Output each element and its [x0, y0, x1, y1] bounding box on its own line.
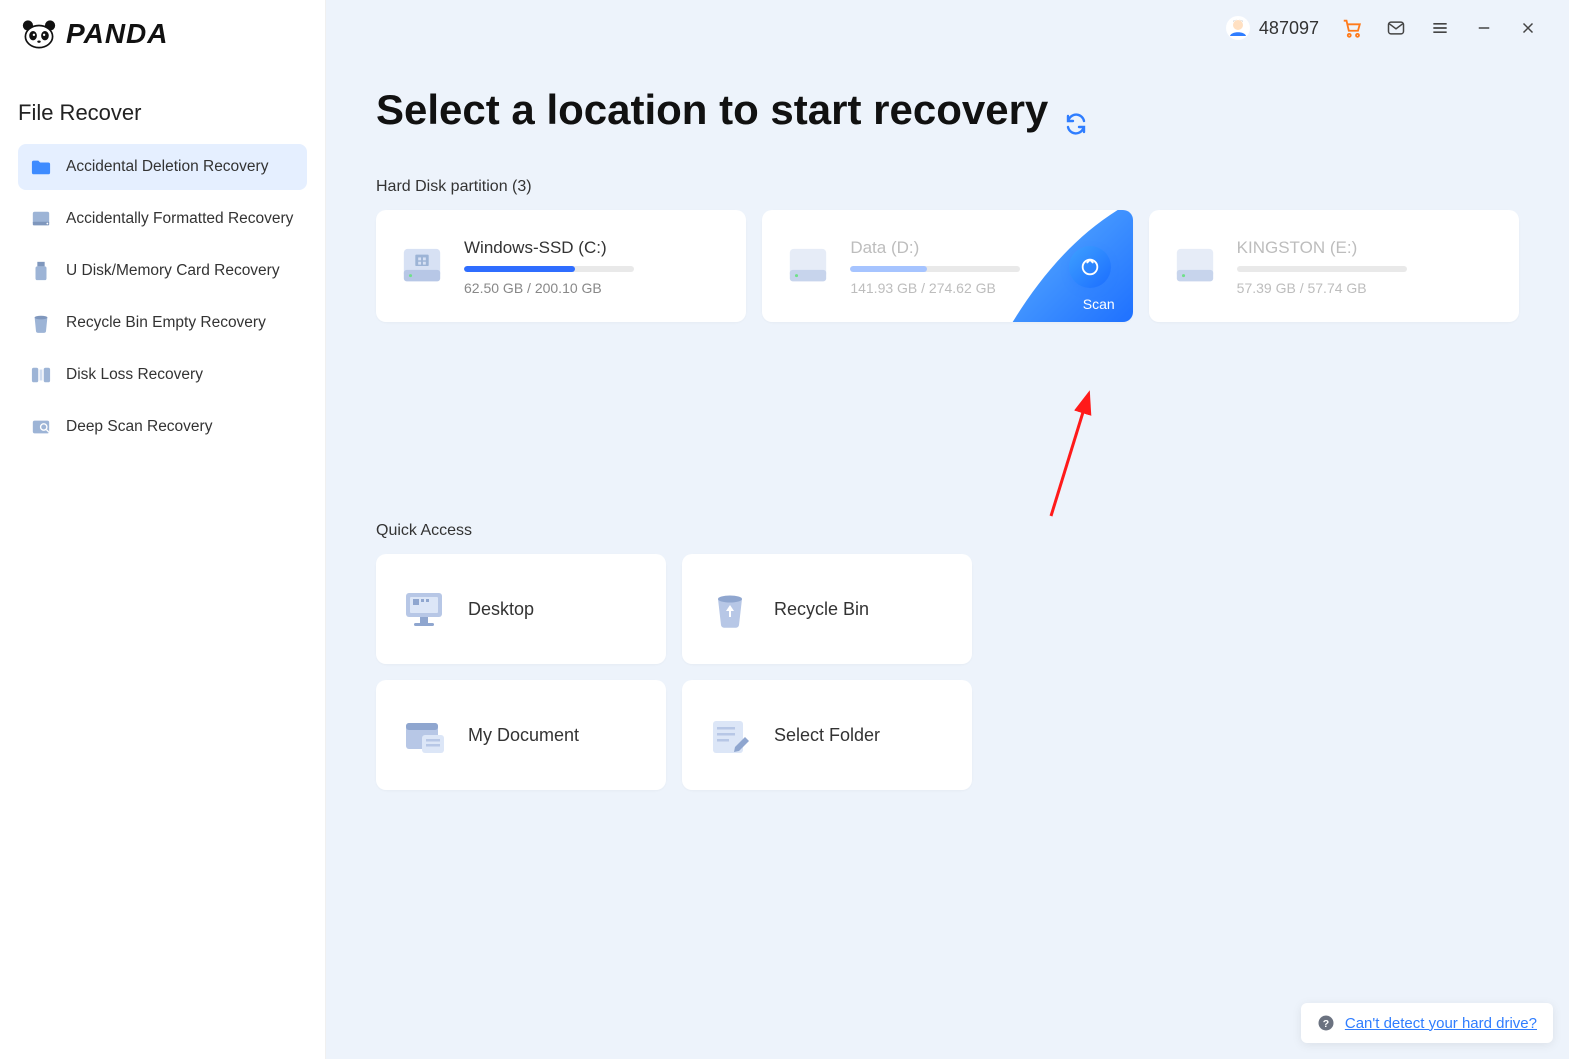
brand-text: PANDA — [66, 18, 168, 50]
quick-access-row: Desktop Recycle Bin My Document Select Fold… — [376, 554, 1276, 790]
help-link[interactable]: Can't detect your hard drive? — [1345, 1015, 1537, 1032]
quick-card-label: Select Folder — [774, 725, 880, 746]
quick-card-label: Desktop — [468, 599, 534, 620]
content: Select a location to start recovery Hard… — [326, 56, 1569, 790]
svg-text:?: ? — [1323, 1018, 1329, 1030]
usage-bar — [464, 266, 634, 272]
selectfolder-icon — [706, 713, 754, 757]
quick-card-3[interactable]: Select Folder — [682, 680, 972, 790]
sidebar-item-1[interactable]: Accidentally Formatted Recovery — [18, 196, 307, 242]
partition-card-0[interactable]: Windows-SSD (C:) 62.50 GB / 200.10 GB — [376, 210, 746, 322]
mail-icon[interactable] — [1385, 17, 1407, 39]
partition-card-1[interactable]: Data (D:) 141.93 GB / 274.62 GB Scan — [762, 210, 1132, 322]
sidebar-item-label: Recycle Bin Empty Recovery — [66, 314, 266, 332]
deepscan-icon — [30, 416, 52, 438]
sidebar-item-0[interactable]: Accidental Deletion Recovery — [18, 144, 307, 190]
sidebar: PANDA File Recover Accidental Deletion R… — [0, 0, 326, 1059]
sidebar-item-3[interactable]: Recycle Bin Empty Recovery — [18, 300, 307, 346]
sidebar-item-label: Disk Loss Recovery — [66, 366, 203, 384]
minimize-icon[interactable] — [1473, 17, 1495, 39]
quick-card-label: Recycle Bin — [774, 599, 869, 620]
panda-icon — [22, 19, 56, 49]
partition-name: Windows-SSD (C:) — [464, 238, 724, 258]
main: 487097 Select a location to start recove… — [326, 0, 1569, 1059]
bin-icon — [30, 312, 52, 334]
help-pill[interactable]: ? Can't detect your hard drive? — [1301, 1003, 1553, 1043]
topbar: 487097 — [326, 0, 1569, 56]
sidebar-item-4[interactable]: Disk Loss Recovery — [18, 352, 307, 398]
partition-name: KINGSTON (E:) — [1237, 238, 1497, 258]
scan-label: Scan — [1083, 296, 1115, 312]
sidebar-item-2[interactable]: U Disk/Memory Card Recovery — [18, 248, 307, 294]
sidebar-item-label: U Disk/Memory Card Recovery — [66, 262, 280, 280]
close-icon[interactable] — [1517, 17, 1539, 39]
cart-icon[interactable] — [1341, 17, 1363, 39]
usage-bar — [1237, 266, 1407, 272]
quick-card-0[interactable]: Desktop — [376, 554, 666, 664]
sidebar-item-label: Accidental Deletion Recovery — [66, 158, 268, 176]
user-badge[interactable]: 487097 — [1225, 15, 1319, 41]
recyclebin-icon — [706, 587, 754, 631]
user-avatar-icon — [1225, 15, 1251, 41]
usage-bar — [850, 266, 1020, 272]
sidebar-nav: Accidental Deletion Recovery Accidentally… — [0, 144, 325, 450]
brand-logo: PANDA — [0, 0, 325, 60]
sidebar-item-label: Deep Scan Recovery — [66, 418, 212, 436]
quick-card-2[interactable]: My Document — [376, 680, 666, 790]
user-id: 487097 — [1259, 18, 1319, 39]
quick-section-label: Quick Access — [376, 522, 1519, 540]
quick-card-1[interactable]: Recycle Bin — [682, 554, 972, 664]
mirror-icon — [30, 364, 52, 386]
quick-card-label: My Document — [468, 725, 579, 746]
sidebar-item-label: Accidentally Formatted Recovery — [66, 210, 293, 228]
sidebar-title: File Recover — [0, 60, 325, 144]
partition-section-label: Hard Disk partition (3) — [376, 178, 1519, 196]
scan-button[interactable] — [1069, 246, 1111, 288]
partition-usage: 57.39 GB / 57.74 GB — [1237, 280, 1497, 296]
help-icon: ? — [1317, 1014, 1335, 1032]
menu-icon[interactable] — [1429, 17, 1451, 39]
refresh-icon[interactable] — [1064, 98, 1088, 122]
disk-icon — [30, 208, 52, 230]
desktop-icon — [400, 587, 448, 631]
usb-icon — [30, 260, 52, 282]
sidebar-item-5[interactable]: Deep Scan Recovery — [18, 404, 307, 450]
partition-card-2[interactable]: KINGSTON (E:) 57.39 GB / 57.74 GB — [1149, 210, 1519, 322]
partition-row: Windows-SSD (C:) 62.50 GB / 200.10 GB Da… — [376, 210, 1519, 322]
annotation-arrow — [1026, 356, 1116, 526]
folder-icon — [30, 156, 52, 178]
document-icon — [400, 713, 448, 757]
partition-usage: 62.50 GB / 200.10 GB — [464, 280, 724, 296]
page-title: Select a location to start recovery — [376, 86, 1519, 134]
